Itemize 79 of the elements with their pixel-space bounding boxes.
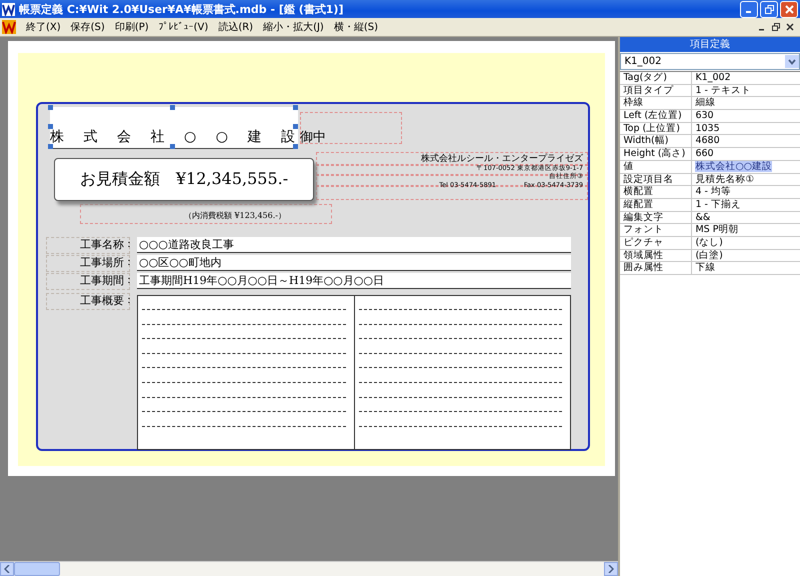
close-button[interactable]: [780, 0, 798, 18]
property-value[interactable]: 見積先名称①: [695, 174, 754, 184]
resize-handle[interactable]: [170, 105, 175, 110]
company-name: 株式会社ルシール・エンタープライゼズ: [421, 152, 583, 164]
resize-handle[interactable]: [293, 105, 298, 110]
property-name: 値: [620, 160, 692, 172]
window-title: 帳票定義 C:¥Wit 2.0¥User¥A¥帳票書式.mdb - [鑑 (書式1)]: [19, 2, 344, 16]
property-name: Left (左位置): [620, 110, 692, 122]
menu-item[interactable]: 読込(R): [218, 20, 254, 34]
property-value[interactable]: 細線: [695, 97, 716, 108]
close-icon[interactable]: [786, 23, 794, 31]
estimate-total: お見積金額 ¥12,345,555.-: [54, 158, 314, 201]
property-name: Height (高さ): [620, 148, 692, 160]
colon-text: ：: [124, 238, 134, 252]
menu-item[interactable]: ﾌﾟﾚﾋﾞｭｰ(V): [158, 21, 208, 33]
property-name: フォント: [620, 224, 692, 236]
menu-item[interactable]: 保存(S): [70, 20, 105, 34]
property-value[interactable]: 下線: [695, 262, 716, 274]
app-icon: [2, 2, 15, 16]
panel-title: 項目定義: [620, 37, 800, 52]
resize-handle[interactable]: [48, 144, 53, 149]
property-value[interactable]: 1035: [695, 122, 720, 134]
property-value[interactable]: 1 - テキスト: [695, 84, 751, 96]
property-value[interactable]: (なし): [695, 236, 723, 248]
menu-item[interactable]: 印刷(P): [114, 20, 149, 34]
field-value[interactable]: 工事期間H19年○○月○○日～H19年○○月○○日: [137, 273, 571, 289]
field-label: 工事場所: [79, 255, 124, 271]
property-value[interactable]: 660: [695, 148, 714, 160]
property-value[interactable]: &&: [695, 212, 710, 223]
summary-table[interactable]: [137, 295, 571, 450]
property-name: ピクチャ: [620, 236, 692, 249]
property-value[interactable]: (白塗): [695, 250, 723, 261]
horizontal-scrollbar[interactable]: [0, 561, 618, 576]
close-icon: [784, 4, 794, 14]
property-value[interactable]: 4 - 均等: [695, 186, 731, 198]
resize-handle[interactable]: [293, 124, 298, 129]
item-selector[interactable]: K1_002: [620, 53, 800, 70]
menu-item[interactable]: 終了(X): [26, 20, 61, 34]
colon-text: ：: [124, 294, 134, 308]
property-name: 領域属性: [620, 250, 692, 262]
property-name: Width(幅): [620, 135, 692, 148]
field-value[interactable]: ○○○道路改良工事: [137, 237, 571, 253]
dropdown-icon[interactable]: [788, 58, 796, 64]
restore-button[interactable]: [760, 0, 778, 18]
property-name: 横配置: [620, 186, 692, 198]
property-value[interactable]: 630: [695, 110, 714, 122]
field-label: 工事概要: [79, 293, 124, 309]
property-name: 編集文字: [620, 212, 692, 224]
resize-handle[interactable]: [48, 105, 53, 110]
field-label: 工事名称: [79, 237, 124, 253]
minimize-button[interactable]: [740, 0, 758, 18]
field-label: 工事期間: [79, 273, 124, 289]
scroll-thumb[interactable]: [14, 562, 60, 576]
restore-icon: [764, 4, 774, 14]
property-name: 枠線: [620, 97, 692, 110]
menu-item[interactable]: 縮小・拡大(J): [263, 20, 324, 34]
property-value[interactable]: MS P明朝: [695, 224, 738, 236]
property-value[interactable]: 4680: [695, 135, 720, 146]
property-name: Tag(タグ): [620, 72, 692, 84]
field-value[interactable]: ○○区○○町地内: [137, 255, 571, 271]
resize-handle[interactable]: [170, 144, 175, 149]
property-name: 項目タイプ: [620, 84, 692, 96]
restore-icon[interactable]: [772, 23, 780, 31]
resize-handle[interactable]: [293, 144, 298, 149]
property-value[interactable]: K1_002: [695, 72, 731, 83]
recipient-field[interactable]: 株式会社○○建設: [50, 107, 298, 149]
property-name: 囲み属性: [620, 262, 692, 274]
tax-note: （内消費税額 ¥123,456.-）: [184, 210, 286, 221]
menu-item[interactable]: 横・縦(S): [334, 20, 378, 34]
resize-handle[interactable]: [48, 124, 53, 129]
colon-text: ：: [124, 256, 134, 270]
honorific-text: 御中: [300, 129, 326, 146]
property-name: 縦配置: [620, 198, 692, 211]
property-name: Top (上位置): [620, 122, 692, 134]
app-icon[interactable]: [2, 20, 16, 34]
property-value[interactable]: 1 - 下揃え: [695, 198, 741, 210]
property-value[interactable]: 株式会社○○建設: [695, 160, 772, 172]
colon-text: ：: [124, 274, 134, 288]
property-name: 設定項目名: [620, 174, 692, 186]
